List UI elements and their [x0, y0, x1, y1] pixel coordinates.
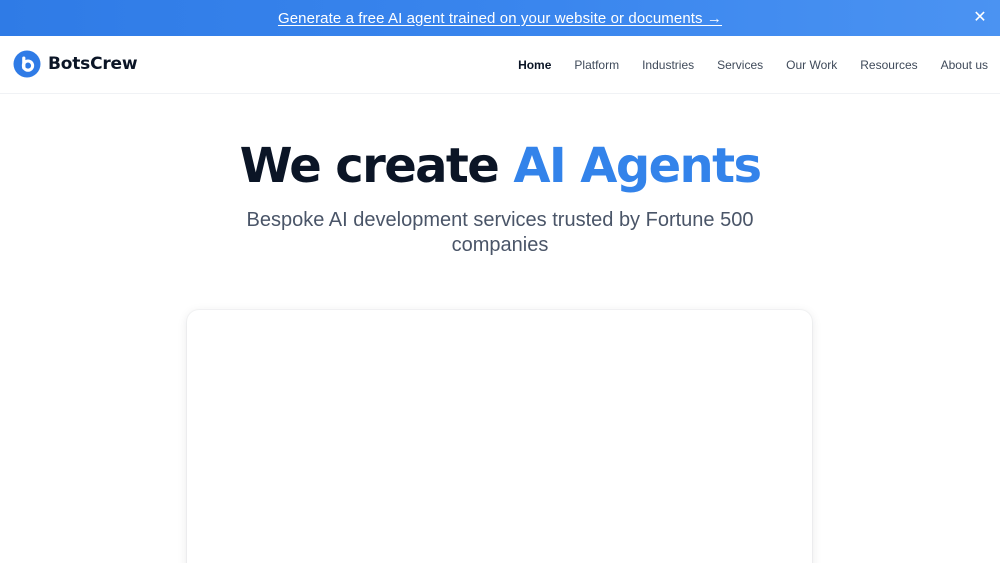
nav-services[interactable]: Services [717, 58, 763, 72]
promo-banner: Generate a free AI agent trained on your… [0, 0, 1000, 36]
close-icon[interactable]: ✕ [970, 8, 990, 28]
brand-logo[interactable]: BotsCrew [13, 50, 138, 78]
site-header: BotsCrew Home Platform Industries Servic… [0, 36, 1000, 94]
nav-industries[interactable]: Industries [642, 58, 694, 72]
hero-title-accent: AI Agents [513, 138, 762, 194]
hero-media-card[interactable] [187, 310, 812, 563]
brand-name: BotsCrew [48, 54, 138, 74]
nav-resources[interactable]: Resources [860, 58, 917, 72]
main-nav: Home Platform Industries Services Our Wo… [518, 36, 988, 94]
hero-title: We create AI Agents [0, 138, 1000, 194]
promo-banner-link[interactable]: Generate a free AI agent trained on your… [278, 10, 722, 27]
hero-subtitle: Bespoke AI development services trusted … [246, 209, 754, 256]
nav-our-work[interactable]: Our Work [786, 58, 837, 72]
botscrew-logo-icon [13, 50, 41, 78]
nav-platform[interactable]: Platform [574, 58, 619, 72]
nav-home[interactable]: Home [518, 58, 551, 72]
hero-title-prefix: We create [239, 138, 514, 194]
nav-about-us[interactable]: About us [941, 58, 988, 72]
